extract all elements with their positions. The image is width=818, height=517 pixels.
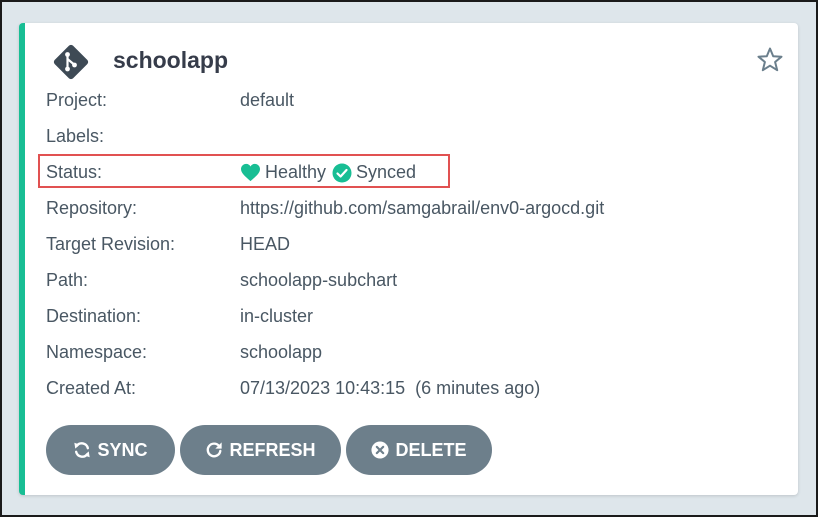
status-label: Status: <box>46 162 103 182</box>
git-branch-icon <box>53 44 89 80</box>
destination-value: in-cluster <box>240 306 314 326</box>
app-title: schoolapp <box>113 47 229 73</box>
repository-value: https://github.com/samgabrail/env0-argoc… <box>240 198 605 218</box>
sync-status-text: Synced <box>356 162 417 182</box>
sync-button-label: SYNC <box>97 439 148 460</box>
created-at-label: Created At: <box>46 378 137 398</box>
refresh-button[interactable]: REFRESH <box>180 425 341 475</box>
created-at-value: 07/13/2023 10:43:15 (6 minutes ago) <box>240 378 541 398</box>
sync-button[interactable]: SYNC <box>46 425 175 475</box>
health-status-text: Healthy <box>265 162 327 182</box>
close-circle-icon <box>371 441 390 459</box>
application-card[interactable]: schoolapp Project: default Labels: Statu… <box>19 23 798 495</box>
namespace-label: Namespace: <box>46 342 148 362</box>
star-icon[interactable] <box>756 46 784 74</box>
heart-icon <box>241 163 260 182</box>
destination-label: Destination: <box>46 306 142 326</box>
refresh-button-label: REFRESH <box>229 439 316 460</box>
repository-label: Repository: <box>46 198 138 218</box>
sync-icon <box>74 442 91 458</box>
status-value: Healthy Synced <box>240 162 416 183</box>
namespace-value: schoolapp <box>240 342 323 362</box>
labels-label: Labels: <box>46 126 105 146</box>
path-value: schoolapp-subchart <box>240 270 398 290</box>
delete-button-label: DELETE <box>395 439 467 460</box>
target-revision-value: HEAD <box>240 234 291 254</box>
check-circle-icon <box>332 163 352 182</box>
target-revision-label: Target Revision: <box>46 234 176 254</box>
delete-button[interactable]: DELETE <box>346 425 492 475</box>
path-label: Path: <box>46 270 89 290</box>
project-value: default <box>240 90 295 110</box>
project-label: Project: <box>46 90 108 110</box>
refresh-icon <box>207 442 223 458</box>
